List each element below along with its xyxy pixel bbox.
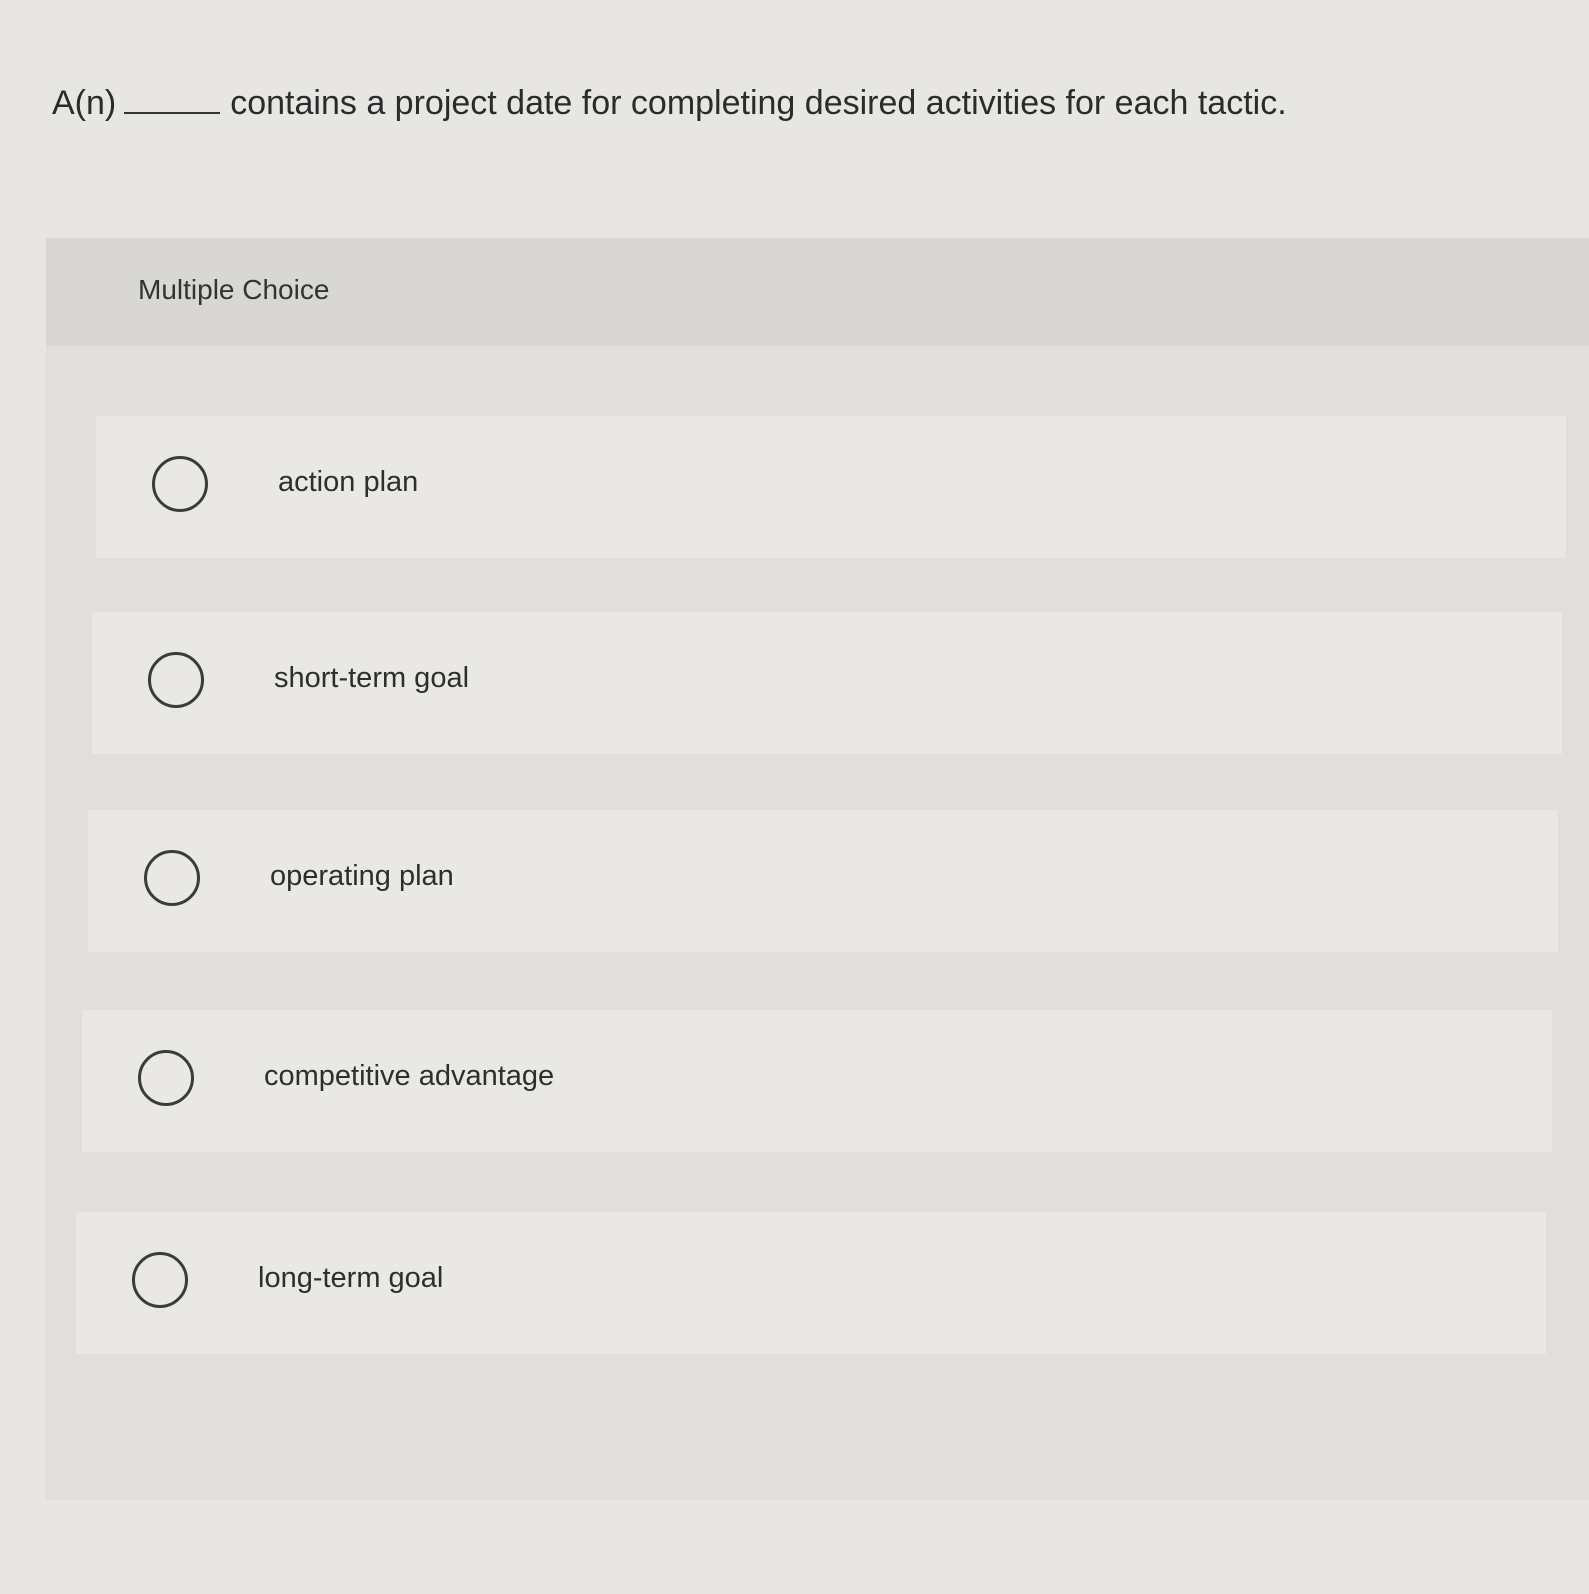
- multiple-choice-panel: Multiple Choice action plan short-term g…: [46, 238, 1589, 1500]
- options-list: action plan short-term goal operating pl…: [46, 346, 1589, 1500]
- option-long-term-goal[interactable]: long-term goal: [76, 1212, 1546, 1354]
- question-suffix: contains a project date for completing d…: [230, 84, 1287, 122]
- option-label: action plan: [278, 466, 419, 498]
- radio-button[interactable]: [144, 850, 200, 906]
- option-operating-plan[interactable]: operating plan: [88, 810, 1558, 952]
- answer-blank: [124, 108, 221, 114]
- radio-button[interactable]: [148, 652, 204, 708]
- option-label: operating plan: [270, 860, 454, 892]
- panel-header: Multiple Choice: [46, 238, 1589, 346]
- question-prefix: A(n): [52, 84, 117, 122]
- radio-button[interactable]: [132, 1252, 188, 1308]
- option-action-plan[interactable]: action plan: [96, 416, 1566, 558]
- option-label: long-term goal: [258, 1262, 444, 1294]
- option-label: short-term goal: [274, 662, 470, 694]
- question-text: A(n) contains a project date for completi…: [52, 76, 1287, 130]
- question-type-label: Multiple Choice: [138, 274, 330, 305]
- radio-button[interactable]: [138, 1050, 194, 1106]
- option-label: competitive advantage: [264, 1060, 555, 1092]
- option-short-term-goal[interactable]: short-term goal: [92, 612, 1562, 754]
- radio-button[interactable]: [152, 456, 208, 512]
- option-competitive-advantage[interactable]: competitive advantage: [82, 1010, 1552, 1152]
